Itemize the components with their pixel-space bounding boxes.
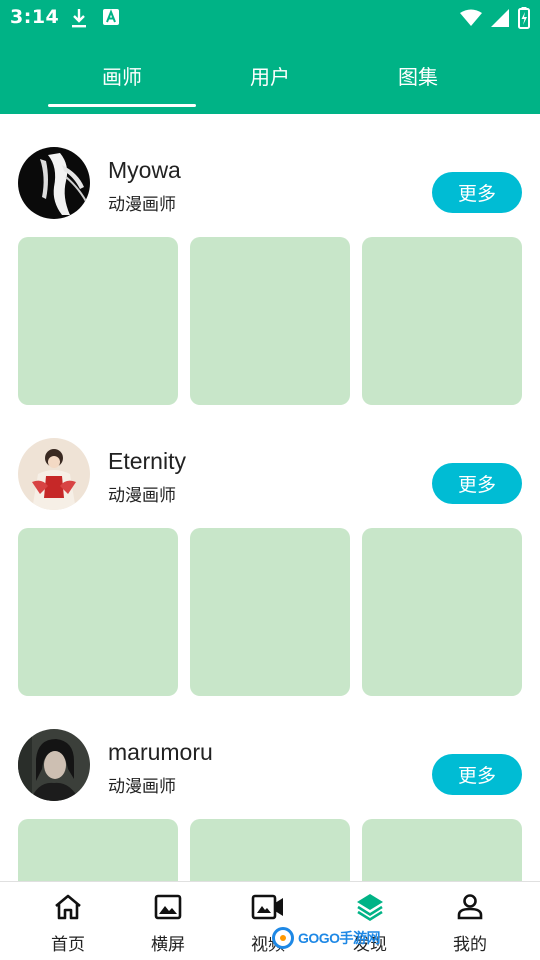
layers-icon [355,892,385,922]
artist-name: marumoru [108,739,213,765]
signal-icon [490,8,510,32]
artist-list[interactable]: Myowa 动漫画师 更多 Eternity 动漫画师 更多 marumoru … [0,114,540,881]
artwork-thumbnail[interactable] [362,237,522,405]
avatar[interactable] [18,438,90,510]
nav-label: 横屏 [151,935,185,955]
bottom-navigation: 首页 横屏 视频 发现 我的 [0,881,540,960]
watermark-logo: GOGO手游网 [272,925,381,951]
artist-role: 动漫画师 [108,195,176,215]
artwork-thumbnail[interactable] [18,528,178,696]
nav-label: 首页 [51,935,85,955]
artwork-thumbnail[interactable] [190,237,350,405]
top-tab-bar: 画师 用户 图集 [0,36,540,114]
more-button[interactable]: 更多 [432,754,522,795]
person-icon [456,892,484,922]
artwork-thumbnail[interactable] [362,528,522,696]
status-bar: 3:14 [0,0,540,36]
nav-landscape[interactable]: 横屏 [118,882,218,960]
image-icon [154,892,182,922]
tab-albums[interactable]: 图集 [344,36,492,114]
status-time: 3:14 [10,6,60,28]
battery-icon [518,7,530,33]
nav-home[interactable]: 首页 [18,882,118,960]
avatar[interactable] [18,729,90,801]
active-tab-indicator [48,104,196,107]
artwork-thumbnail[interactable] [18,237,178,405]
home-icon [53,892,83,922]
a-badge-icon [103,9,119,29]
tab-users[interactable]: 用户 [196,36,344,114]
artwork-thumbnail[interactable] [18,819,178,881]
avatar[interactable] [18,147,90,219]
download-icon [70,7,88,33]
artist-role: 动漫画师 [108,777,176,797]
artwork-thumbnail[interactable] [190,819,350,881]
wifi-icon [460,9,482,31]
artist-role: 动漫画师 [108,486,176,506]
artist-card: Eternity 动漫画师 更多 [0,405,540,696]
nav-profile[interactable]: 我的 [420,882,520,960]
artist-name: Myowa [108,157,181,183]
tab-artists[interactable]: 画师 [48,36,196,114]
artist-card: marumoru 动漫画师 更多 [0,696,540,881]
artwork-thumbnail[interactable] [190,528,350,696]
more-button[interactable]: 更多 [432,463,522,504]
artist-card: Myowa 动漫画师 更多 [0,114,540,405]
more-button[interactable]: 更多 [432,172,522,213]
nav-label: 我的 [453,935,487,955]
video-camera-icon [251,892,285,922]
watermark-text: GOGO手游网 [298,930,381,946]
artist-name: Eternity [108,448,186,474]
watermark-circle-icon [272,927,294,949]
artwork-thumbnail[interactable] [362,819,522,881]
